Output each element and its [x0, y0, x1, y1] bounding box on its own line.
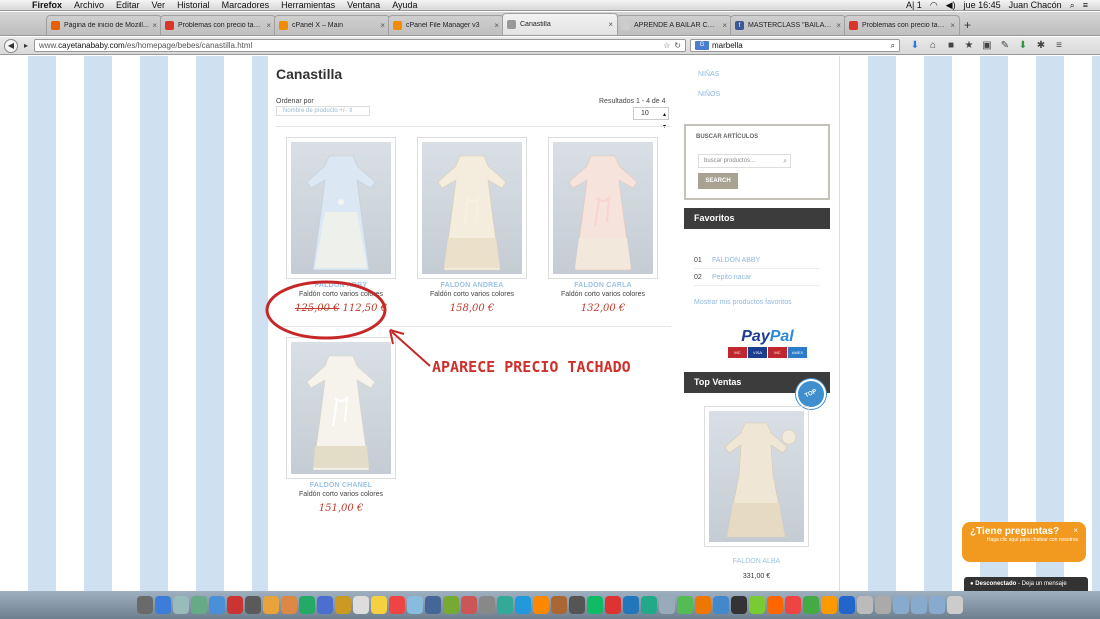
- dock-app-icon[interactable]: [695, 596, 711, 614]
- dock-app-icon[interactable]: [479, 596, 495, 614]
- dock-app-icon[interactable]: [785, 596, 801, 614]
- dock-app-icon[interactable]: [533, 596, 549, 614]
- dock-app-icon[interactable]: [839, 596, 855, 614]
- dock-app-icon[interactable]: [947, 596, 963, 614]
- dock-app-icon[interactable]: [803, 596, 819, 614]
- dock-app-icon[interactable]: [497, 596, 513, 614]
- chat-question: ¿Tiene preguntas?: [970, 526, 1060, 537]
- dock-app-icon[interactable]: [371, 596, 387, 614]
- dock-app-icon[interactable]: [461, 596, 477, 614]
- mac-dock: [0, 591, 1100, 619]
- dock-app-icon[interactable]: [137, 596, 153, 614]
- page-favicon-icon: [507, 20, 516, 29]
- dock-app-icon[interactable]: [317, 596, 333, 614]
- dock-app-icon[interactable]: [641, 596, 657, 614]
- dock-app-icon[interactable]: [425, 596, 441, 614]
- dock-app-icon[interactable]: [587, 596, 603, 614]
- dock-app-icon[interactable]: [911, 596, 927, 614]
- dock-app-icon[interactable]: [209, 596, 225, 614]
- dock-app-icon[interactable]: [551, 596, 567, 614]
- dock-app-icon[interactable]: [857, 596, 873, 614]
- tab-close-icon[interactable]: ×: [608, 20, 613, 29]
- annotation-overlay: [265, 280, 431, 367]
- dock-app-icon[interactable]: [173, 596, 189, 614]
- dock-app-icon[interactable]: [353, 596, 369, 614]
- chat-status-bar[interactable]: ● Desconectado - Deja un mensaje: [964, 577, 1088, 591]
- chat-widget[interactable]: ¿Tiene preguntas? Haga clic aquí para ch…: [962, 522, 1086, 562]
- dock-app-icon[interactable]: [821, 596, 837, 614]
- dock-app-icon[interactable]: [731, 596, 747, 614]
- chat-close-icon[interactable]: ×: [1073, 526, 1078, 535]
- dock-app-icon[interactable]: [623, 596, 639, 614]
- dock-app-icon[interactable]: [263, 596, 279, 614]
- dock-app-icon[interactable]: [227, 596, 243, 614]
- dock-app-icon[interactable]: [515, 596, 531, 614]
- dock-app-icon[interactable]: [713, 596, 729, 614]
- dock-app-icon[interactable]: [191, 596, 207, 614]
- annotation-arrow-line: [391, 331, 431, 367]
- dock-app-icon[interactable]: [605, 596, 621, 614]
- dock-app-icon[interactable]: [389, 596, 405, 614]
- dock-app-icon[interactable]: [569, 596, 585, 614]
- dock-app-icon[interactable]: [749, 596, 765, 614]
- dock-app-icon[interactable]: [677, 596, 693, 614]
- dock-app-icon[interactable]: [875, 596, 891, 614]
- dock-app-icon[interactable]: [335, 596, 351, 614]
- dock-app-icon[interactable]: [443, 596, 459, 614]
- dock-app-icon[interactable]: [767, 596, 783, 614]
- annotation-label: APARECE PRECIO TACHADO: [432, 358, 631, 376]
- dock-app-icon[interactable]: [929, 596, 945, 614]
- dock-app-icon[interactable]: [893, 596, 909, 614]
- dock-app-icon[interactable]: [281, 596, 297, 614]
- chat-status-message: - Deja un mensaje: [1016, 581, 1067, 587]
- chat-bubble-icon: ●: [970, 581, 974, 587]
- dock-app-icon[interactable]: [155, 596, 171, 614]
- chat-subtitle: Haga clic aquí para chatear con nosotros: [986, 537, 1078, 543]
- dock-app-icon[interactable]: [245, 596, 261, 614]
- chat-status: Desconectado: [975, 581, 1017, 587]
- dock-shelf: [131, 594, 969, 616]
- tab-canastilla[interactable]: Canastilla ×: [502, 13, 618, 35]
- annotation-circle: [265, 280, 387, 340]
- dock-app-icon[interactable]: [299, 596, 315, 614]
- dock-app-icon[interactable]: [407, 596, 423, 614]
- dock-app-icon[interactable]: [659, 596, 675, 614]
- tab-label: Canastilla: [520, 21, 551, 28]
